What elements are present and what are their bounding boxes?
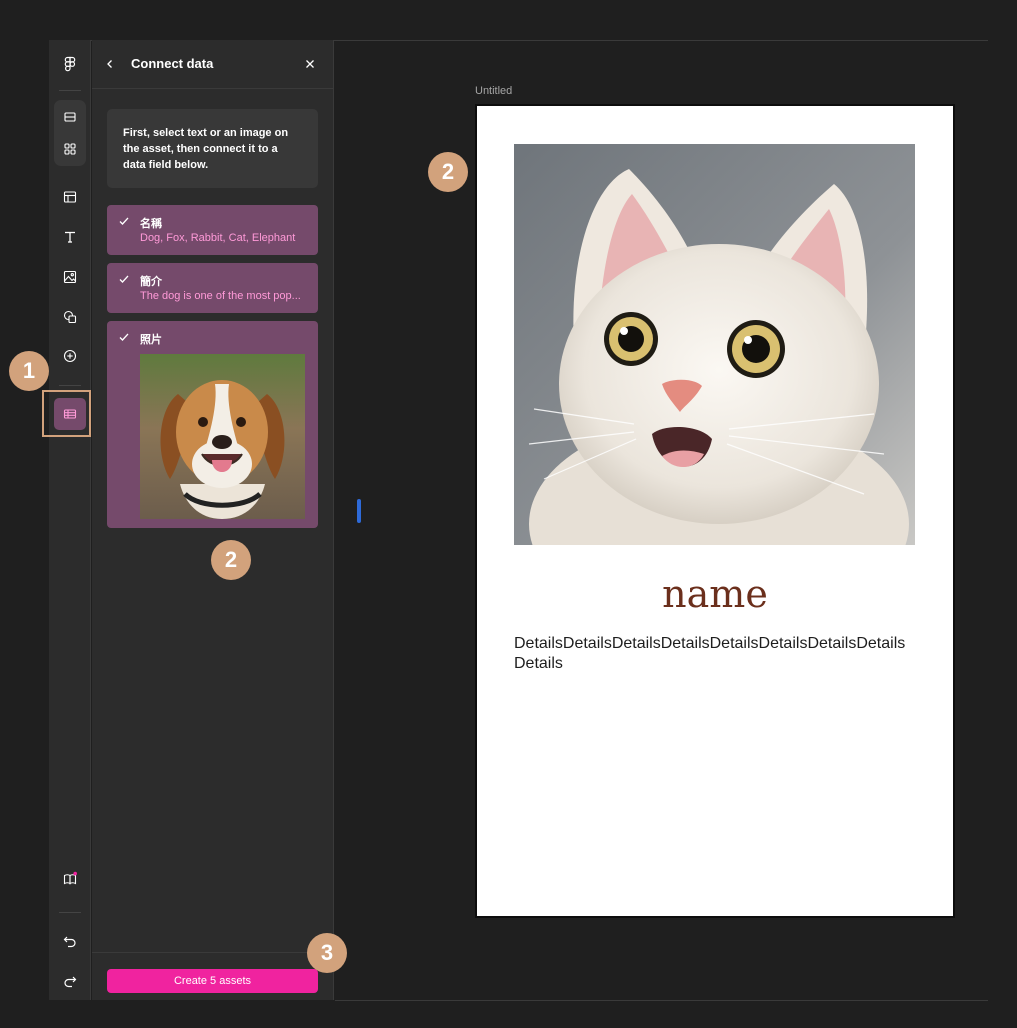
app-window: Connect data First, select text or an im…	[0, 0, 1017, 1028]
check-icon	[119, 217, 129, 225]
field-label: 照片	[140, 333, 162, 346]
image-tool-icon[interactable]	[54, 261, 86, 293]
rail-divider	[59, 912, 81, 913]
frame-tool-icon[interactable]	[54, 101, 86, 133]
bottom-border	[335, 1000, 988, 1001]
panel-footer-divider	[92, 952, 334, 953]
undo-icon[interactable]	[54, 925, 86, 957]
data-field-photo[interactable]: 照片	[107, 321, 318, 528]
panel-title: Connect data	[131, 56, 214, 71]
layout-icon[interactable]	[54, 181, 86, 213]
asset-frame[interactable]: name DetailsDetailsDetailsDetailsDetails…	[475, 104, 955, 918]
figma-logo-icon[interactable]	[54, 48, 86, 80]
rail-divider	[59, 90, 81, 91]
field-value: The dog is one of the most pop...	[140, 290, 301, 302]
step-badge-2: 2	[211, 540, 251, 580]
text-tool-icon[interactable]	[54, 221, 86, 253]
instructions-text: First, select text or an image on the as…	[107, 109, 318, 188]
back-chevron-icon[interactable]	[100, 54, 120, 74]
library-book-icon[interactable]	[54, 863, 86, 895]
step-badge-1: 1	[9, 351, 49, 391]
tool-rail	[49, 40, 91, 1000]
field-value: Dog, Fox, Rabbit, Cat, Elephant	[140, 232, 296, 244]
asset-name-text[interactable]: name	[477, 572, 953, 616]
shapes-icon[interactable]	[54, 301, 86, 333]
redo-icon[interactable]	[54, 965, 86, 997]
connect-data-panel: Connect data First, select text or an im…	[92, 40, 334, 1000]
add-plugin-icon[interactable]	[54, 340, 86, 372]
data-field-name[interactable]: 名稱 Dog, Fox, Rabbit, Cat, Elephant	[107, 205, 318, 255]
check-icon	[119, 333, 129, 341]
step-badge-3: 3	[307, 933, 347, 973]
panel-resize-handle[interactable]	[357, 499, 361, 523]
check-icon	[119, 275, 129, 283]
create-assets-button[interactable]: Create 5 assets	[107, 969, 318, 993]
field-label: 名稱	[140, 217, 162, 230]
components-icon[interactable]	[54, 133, 86, 165]
data-field-intro[interactable]: 簡介 The dog is one of the most pop...	[107, 263, 318, 313]
asset-details-text[interactable]: DetailsDetailsDetailsDetailsDetailsDetai…	[514, 634, 916, 674]
rail-divider	[59, 385, 81, 386]
close-icon[interactable]	[300, 54, 320, 74]
highlight-box	[42, 390, 91, 437]
frame-label[interactable]: Untitled	[475, 85, 512, 97]
step-badge-2: 2	[428, 152, 468, 192]
panel-header: Connect data	[92, 40, 334, 89]
cat-photo[interactable]	[514, 144, 915, 545]
field-label: 簡介	[140, 275, 162, 288]
dog-photo-thumbnail	[140, 354, 305, 519]
